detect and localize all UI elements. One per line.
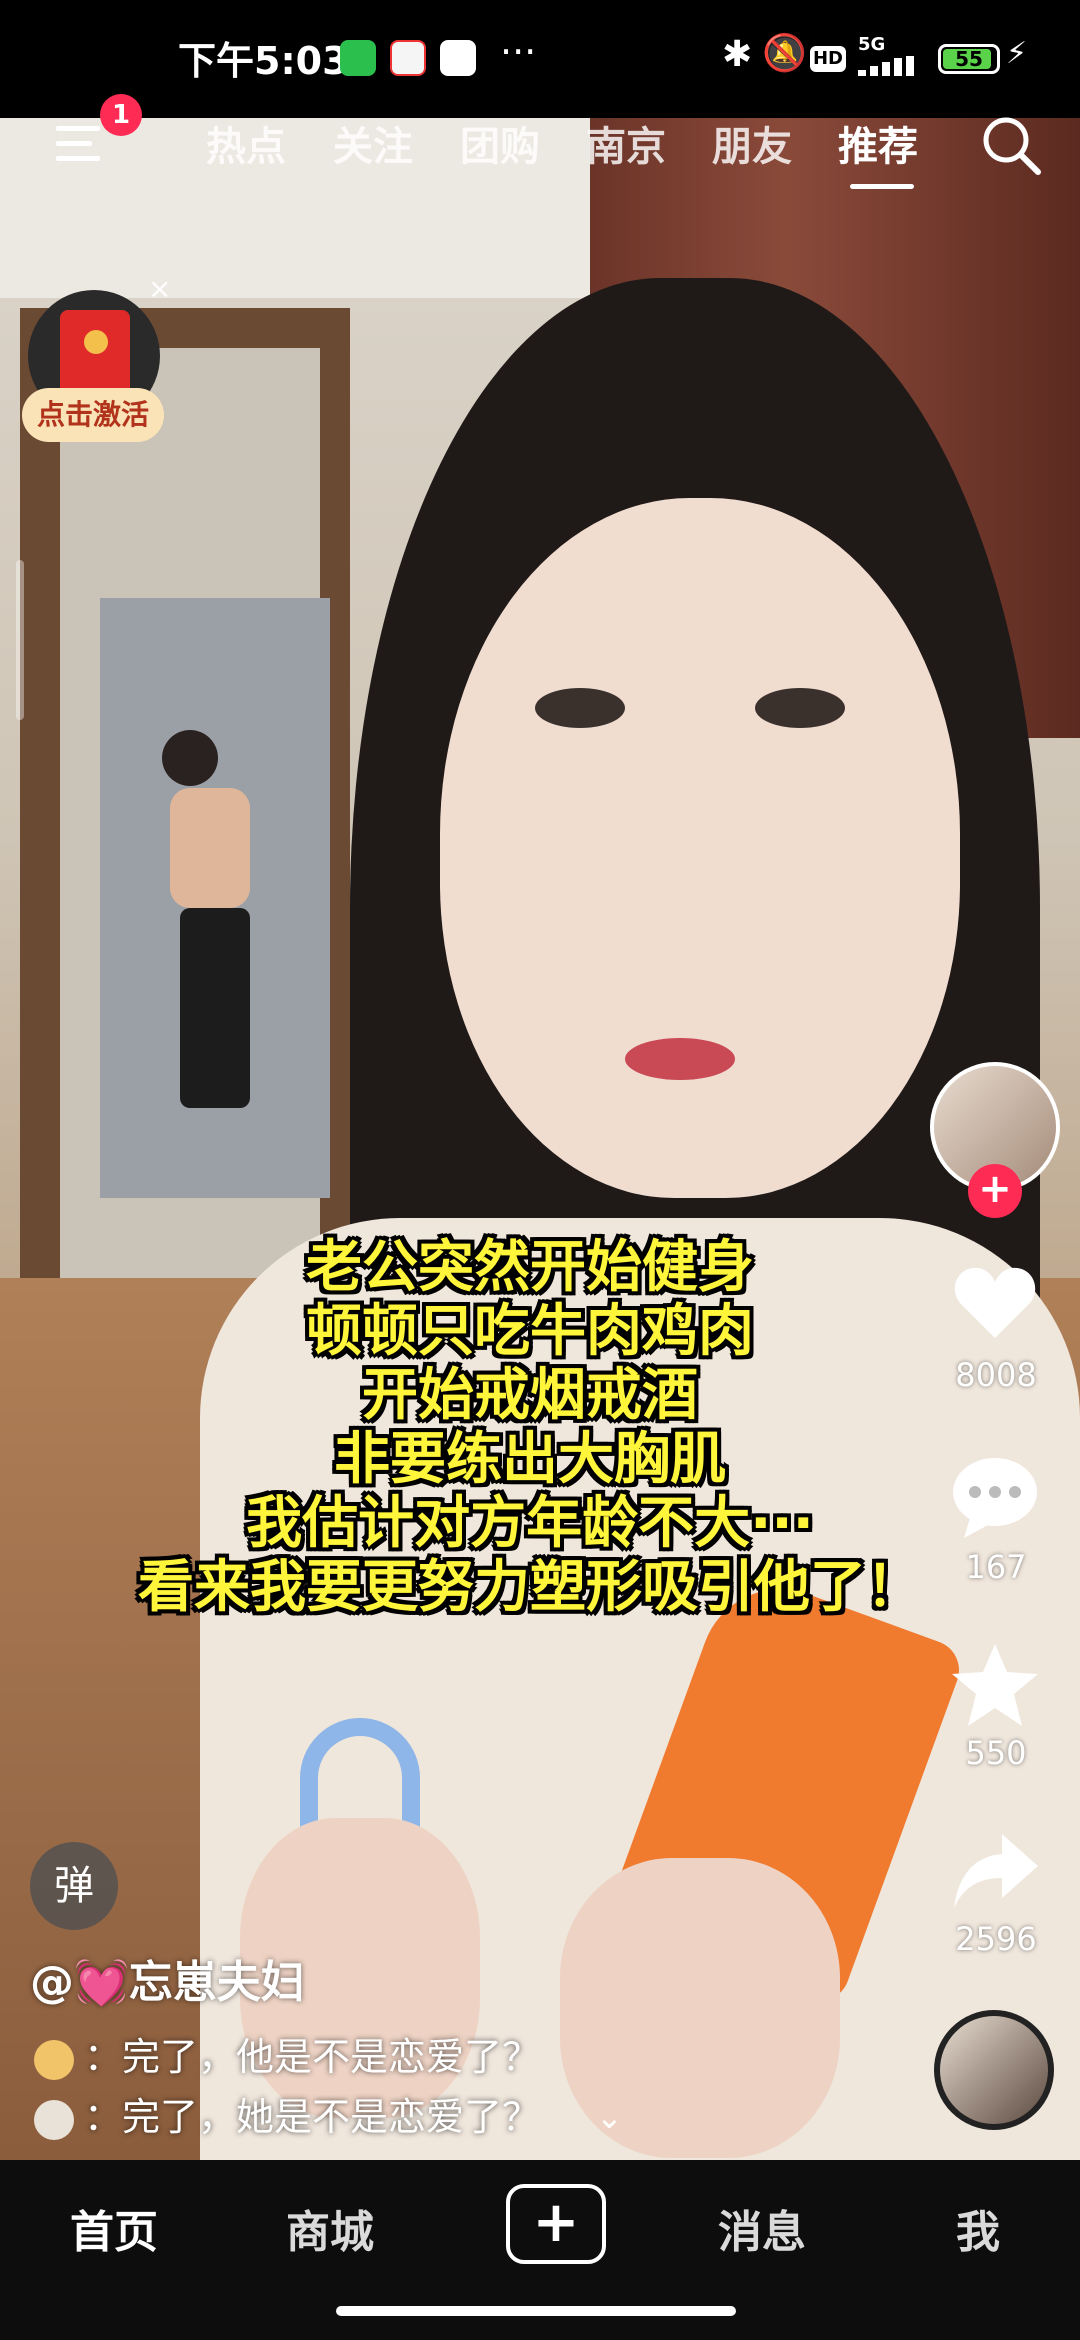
video-caption: 老公突然开始健身 顿顿只吃牛肉鸡肉 开始戒烟戒酒 非要练出大胸肌 我估计对方年龄… <box>80 1236 980 1620</box>
status-time: 下午5:03 <box>178 39 349 83</box>
envelope-seal <box>84 330 108 354</box>
comment-icon[interactable] <box>950 1452 1040 1542</box>
music-disc[interactable] <box>934 2010 1054 2130</box>
caption-line: 老公突然开始健身 <box>306 1235 754 1300</box>
caption-line: 顿顿只吃牛肉鸡肉 <box>306 1299 754 1364</box>
home-indicator <box>336 2306 736 2316</box>
nav-messages[interactable]: 消息 <box>718 2196 806 2260</box>
tab-city[interactable]: 南京 <box>586 114 666 172</box>
right-eye <box>755 688 845 728</box>
chevron-down-icon[interactable]: ⌄ <box>596 2098 623 2136</box>
wechat-notification-icon <box>340 40 376 76</box>
caption-line: 看来我要更努力塑形吸引他了！ <box>138 1555 922 1620</box>
commenter-avatar <box>34 2099 74 2140</box>
commenter-avatar <box>34 2039 74 2080</box>
search-icon[interactable] <box>980 114 1044 178</box>
app58-notification-icon <box>390 40 426 76</box>
tab-hot[interactable]: 热点 <box>206 114 286 172</box>
caption-line: 我估计对方年龄不大··· <box>246 1491 814 1556</box>
tab-follow[interactable]: 关注 <box>333 114 413 172</box>
lips <box>625 1038 735 1080</box>
active-tab-indicator <box>850 184 914 189</box>
background-person <box>162 730 250 1108</box>
menu-icon[interactable] <box>56 124 104 164</box>
nav-mall[interactable]: 商城 <box>286 2196 374 2260</box>
comment-preview[interactable]: ：完了，她是不是恋爱了？ <box>34 2086 540 2141</box>
danmaku-button[interactable]: 弹 <box>30 1842 118 1930</box>
charging-icon: ⚡ <box>1006 36 1028 71</box>
signal-icon <box>858 56 914 76</box>
tab-group-buy[interactable]: 团购 <box>460 114 540 172</box>
tab-friends[interactable]: 朋友 <box>712 114 792 172</box>
woman-face <box>440 498 960 1198</box>
comment-preview[interactable]: ：完了，他是不是恋爱了？ <box>34 2026 540 2081</box>
tab-recommended[interactable]: 推荐 <box>838 114 918 172</box>
close-icon[interactable]: × <box>148 272 171 305</box>
share-icon[interactable] <box>950 1826 1040 1916</box>
app-notification-icon <box>440 40 476 76</box>
create-button[interactable]: + <box>506 2184 606 2264</box>
star-icon[interactable] <box>950 1640 1040 1730</box>
nav-me[interactable]: 我 <box>956 2196 1000 2260</box>
more-notifications-icon: ··· <box>500 30 537 74</box>
follow-button[interactable]: + <box>968 1164 1022 1218</box>
caption-line: 开始戒烟戒酒 <box>362 1363 698 1428</box>
activate-button[interactable]: 点击激活 <box>22 388 164 442</box>
battery-level: 55 <box>955 47 983 71</box>
author-name[interactable]: @💓忘崽夫妇 <box>30 1946 305 2010</box>
menu-badge: 1 <box>100 94 142 136</box>
like-count: 8008 <box>955 1356 1037 1394</box>
favorite-count: 550 <box>965 1734 1027 1772</box>
nav-home[interactable]: 首页 <box>70 2196 158 2260</box>
bluetooth-icon: ✱ <box>722 34 753 75</box>
heart-icon[interactable] <box>950 1258 1040 1348</box>
battery-icon: 55 <box>938 44 1000 74</box>
network-type: 5G <box>858 34 886 55</box>
caption-line: 非要练出大胸肌 <box>334 1427 726 1492</box>
comment-count: 167 <box>965 1548 1027 1586</box>
hd-icon: HD <box>810 46 846 72</box>
share-count: 2596 <box>955 1920 1037 1958</box>
progress-indicator <box>16 560 24 720</box>
left-eye <box>535 688 625 728</box>
mute-bell-icon: 🔕 <box>762 33 807 74</box>
